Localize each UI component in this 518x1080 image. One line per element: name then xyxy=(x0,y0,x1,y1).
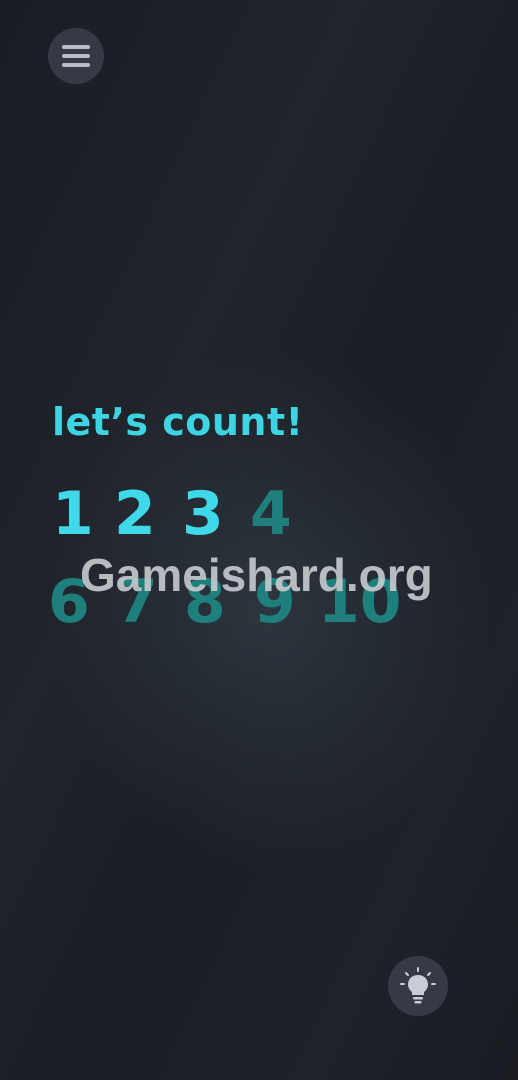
number-2[interactable]: 2 xyxy=(114,484,156,544)
number-3[interactable]: 3 xyxy=(182,484,224,544)
watermark-text: Gameishard.org xyxy=(80,549,433,601)
menu-button[interactable] xyxy=(48,28,104,84)
level-title: let’s count! xyxy=(52,400,304,444)
hamburger-menu-icon xyxy=(62,45,90,49)
number-1[interactable]: 1 xyxy=(52,484,94,544)
hint-button[interactable] xyxy=(388,956,448,1016)
lightbulb-icon xyxy=(400,967,436,1004)
hamburger-line xyxy=(62,63,90,67)
hamburger-line xyxy=(62,54,90,58)
number-4[interactable]: 4 xyxy=(250,484,292,544)
